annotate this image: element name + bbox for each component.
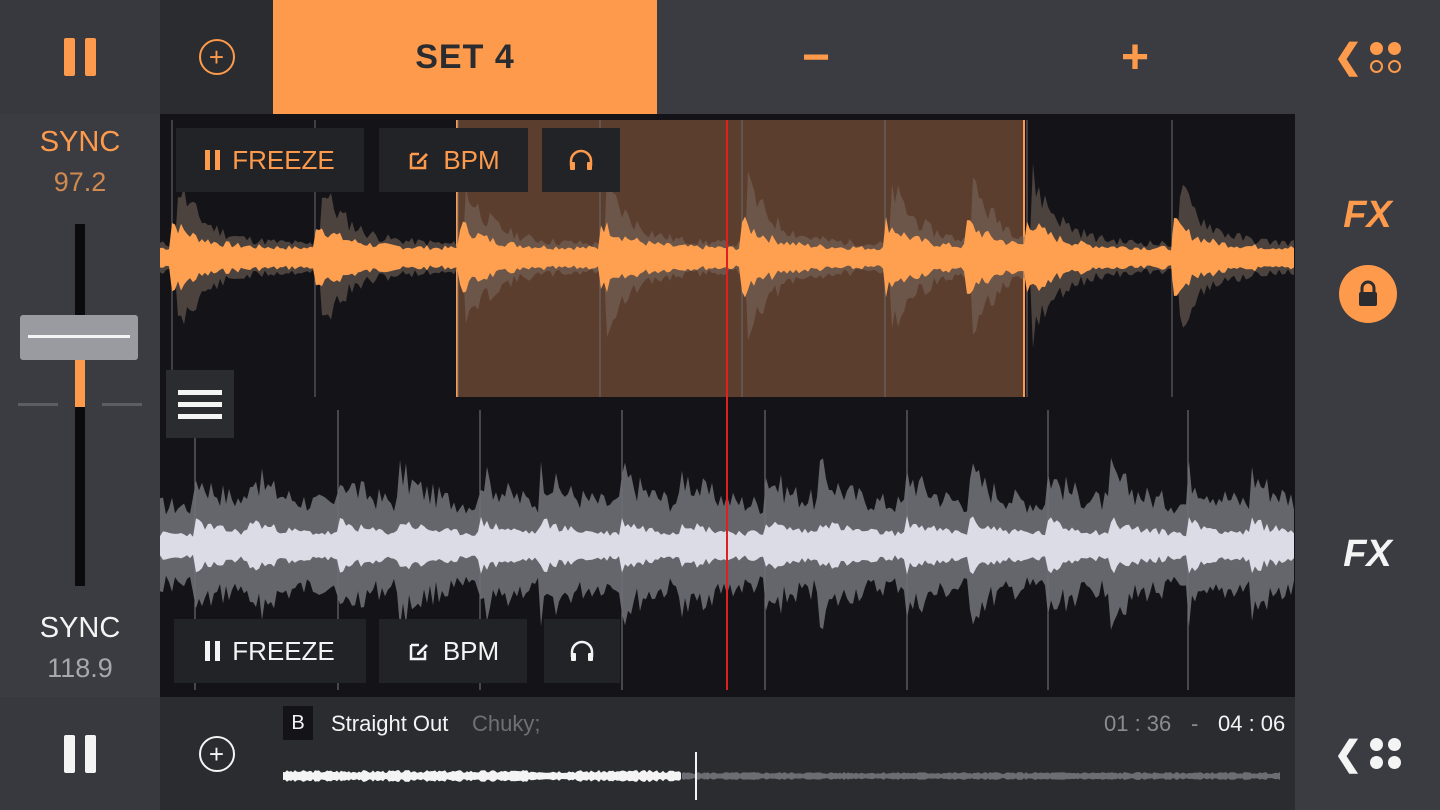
freeze-label: FREEZE: [232, 144, 335, 175]
crossfader-fill: [75, 355, 85, 407]
track-artist: Chuky;: [472, 711, 541, 736]
time-duration: 04 : 06: [1218, 711, 1286, 736]
chevron-left-icon: ❮: [1333, 734, 1363, 773]
deck-b-menu-button[interactable]: ❮: [1295, 697, 1440, 810]
pause-icon: [64, 38, 96, 76]
deck-b-cue-button[interactable]: [544, 619, 620, 683]
set-plus-button[interactable]: +: [975, 0, 1295, 114]
headphones-icon: [570, 640, 594, 661]
bpm-label: BPM: [443, 144, 500, 175]
deck-a-sync-button[interactable]: SYNC: [0, 126, 160, 159]
crossfader-handle[interactable]: [20, 315, 138, 360]
waveform-area[interactable]: [160, 114, 1295, 697]
overview-played: [283, 770, 681, 782]
deck-a-lock-button[interactable]: [1339, 265, 1397, 323]
headphones-icon: [569, 149, 593, 170]
deck-a-freeze-button[interactable]: FREEZE: [176, 128, 364, 192]
grid-dots-icon: [1370, 738, 1402, 769]
deck-a-bpm-button[interactable]: BPM: [379, 128, 528, 192]
freeze-label: FREEZE: [232, 635, 335, 666]
waveform-svg: [160, 120, 1294, 690]
set-tab[interactable]: SET 4: [273, 0, 657, 114]
time-elapsed: 01 : 36: [1104, 711, 1172, 736]
deck-b-add-track-button[interactable]: +: [160, 697, 273, 810]
deck-a-menu-button[interactable]: ❮: [1295, 0, 1440, 114]
pause-icon: [64, 734, 96, 773]
edit-icon: [410, 152, 429, 170]
lock-icon: [1359, 280, 1377, 306]
hamburger-menu-button[interactable]: [166, 370, 234, 438]
deck-b-sync-button[interactable]: SYNC: [0, 612, 160, 645]
overview-remaining: [682, 772, 1280, 780]
deck-b-bpm-value: 118.9: [47, 653, 113, 683]
deck-badge: B: [283, 706, 313, 740]
add-circle-icon: +: [198, 735, 235, 772]
deck-a-add-track-button[interactable]: +: [160, 0, 273, 114]
track-overview-waveform[interactable]: [283, 752, 1280, 800]
pause-icon: [205, 641, 221, 661]
edit-icon: [409, 643, 428, 661]
deck-b-pause-button[interactable]: [0, 697, 160, 810]
crossfader-tick-left: [18, 403, 58, 406]
time-separator: -: [1191, 711, 1199, 736]
chevron-left-icon: ❮: [1333, 38, 1363, 76]
pause-icon: [205, 150, 221, 170]
crossfader-tick-right: [102, 403, 142, 406]
deck-a-cue-button[interactable]: [542, 128, 620, 192]
deck-a-fx-button[interactable]: FX: [1295, 194, 1440, 237]
deck-a-pause-button[interactable]: [0, 0, 160, 114]
track-title: Straight Out: [331, 711, 449, 736]
deck-b-fx-button[interactable]: FX: [1295, 533, 1440, 576]
grid-dots-icon: [1370, 41, 1402, 73]
bpm-label: BPM: [442, 635, 500, 666]
deck-b-bpm-button[interactable]: BPM: [379, 619, 527, 683]
add-circle-icon: +: [198, 39, 235, 75]
deck-b-freeze-button[interactable]: FREEZE: [174, 619, 366, 683]
deck-a-bpm-value: 97.2: [53, 167, 107, 197]
set-minus-button[interactable]: −: [657, 0, 975, 114]
